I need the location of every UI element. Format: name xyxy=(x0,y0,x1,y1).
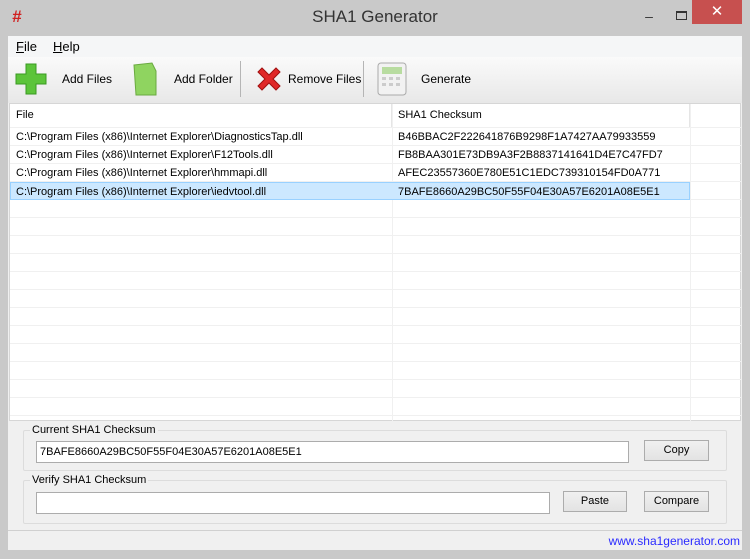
remove-files-button[interactable]: Remove Files xyxy=(254,59,361,99)
file-path: C:\Program Files (x86)\Internet Explorer… xyxy=(16,149,273,161)
sha1-checksum: 7BAFE8660A29BC50F55F04E30A57E6201A08E5E1 xyxy=(398,186,660,198)
row-gridline xyxy=(10,289,742,290)
row-gridline xyxy=(10,415,742,416)
compare-button[interactable]: Compare xyxy=(644,491,709,512)
verify-checksum-label: Verify SHA1 Checksum xyxy=(32,474,147,486)
toolbar: Add Files Add Folder Remove Files Genera… xyxy=(8,57,742,103)
menu-bar: File Help xyxy=(8,36,742,57)
toolbar-separator xyxy=(240,61,241,97)
row-gridline xyxy=(10,397,742,398)
menu-file[interactable]: File xyxy=(16,39,37,54)
calculator-icon xyxy=(377,62,407,96)
menu-file-rest: ile xyxy=(23,39,37,54)
toolbar-separator xyxy=(363,61,364,97)
copy-button[interactable]: Copy xyxy=(644,440,709,461)
sha1-checksum: FB8BAA301E73DB9A3F2B8837141641D4E7C47FD7 xyxy=(398,149,663,161)
sha1-checksum: B46BBAC2F222641876B9298F1A7427AA79933559 xyxy=(398,131,656,143)
menu-file-accel: F xyxy=(16,39,24,54)
plus-icon xyxy=(15,63,47,95)
add-folder-label: Add Folder xyxy=(174,72,233,86)
current-checksum-field[interactable]: 7BAFE8660A29BC50F55F04E30A57E6201A08E5E1 xyxy=(36,441,629,463)
menu-help[interactable]: Help xyxy=(53,39,80,54)
table-row[interactable]: C:\Program Files (x86)\Internet Explorer… xyxy=(10,146,690,164)
menu-help-label: Help xyxy=(53,39,80,54)
maximize-icon xyxy=(675,11,687,20)
row-gridline xyxy=(10,343,742,344)
file-path: C:\Program Files (x86)\Internet Explorer… xyxy=(16,186,267,198)
column-gridline xyxy=(690,104,691,422)
title-bar: # SHA1 Generator – ✕ xyxy=(0,0,750,36)
row-gridline xyxy=(10,307,742,308)
remove-files-label: Remove Files xyxy=(288,72,362,86)
current-checksum-label: Current SHA1 Checksum xyxy=(32,424,156,436)
row-gridline xyxy=(10,271,742,272)
website-link[interactable]: www.sha1generator.com xyxy=(609,534,740,548)
table-row[interactable]: C:\Program Files (x86)\Internet Explorer… xyxy=(10,164,690,182)
add-files-button[interactable]: Add Files xyxy=(14,59,112,99)
table-row-selected[interactable]: C:\Program Files (x86)\Internet Explorer… xyxy=(10,182,690,200)
maximize-button[interactable] xyxy=(668,8,694,28)
file-path: C:\Program Files (x86)\Internet Explorer… xyxy=(16,131,303,143)
file-list[interactable]: File SHA1 Checksum C:\Program Files (x86… xyxy=(9,103,742,422)
file-path: C:\Program Files (x86)\Internet Explorer… xyxy=(16,167,268,179)
column-header-file[interactable]: File xyxy=(10,104,392,127)
generate-button[interactable]: Generate xyxy=(377,59,471,99)
remove-x-icon xyxy=(257,67,281,91)
status-bar: www.sha1generator.com xyxy=(8,530,742,550)
row-gridline xyxy=(10,361,742,362)
row-gridline xyxy=(10,253,742,254)
folder-icon xyxy=(133,62,157,96)
row-gridline xyxy=(10,379,742,380)
row-gridline xyxy=(10,217,742,218)
row-gridline xyxy=(10,325,742,326)
verify-checksum-input[interactable] xyxy=(36,492,550,514)
generate-label: Generate xyxy=(421,72,472,86)
paste-button[interactable]: Paste xyxy=(563,491,627,512)
row-gridline xyxy=(10,235,742,236)
client-area: File Help Add Files Add Folder Remove Fi… xyxy=(8,36,742,550)
close-button[interactable]: ✕ xyxy=(692,0,742,24)
sha1-checksum: AFEC23557360E780E51C1EDC739310154FD0A771 xyxy=(398,167,661,179)
column-header-sha1[interactable]: SHA1 Checksum xyxy=(392,104,690,127)
table-row[interactable]: C:\Program Files (x86)\Internet Explorer… xyxy=(10,128,690,146)
add-files-label: Add Files xyxy=(62,72,113,86)
minimize-button[interactable]: – xyxy=(636,8,662,28)
add-folder-button[interactable]: Add Folder xyxy=(132,59,233,99)
